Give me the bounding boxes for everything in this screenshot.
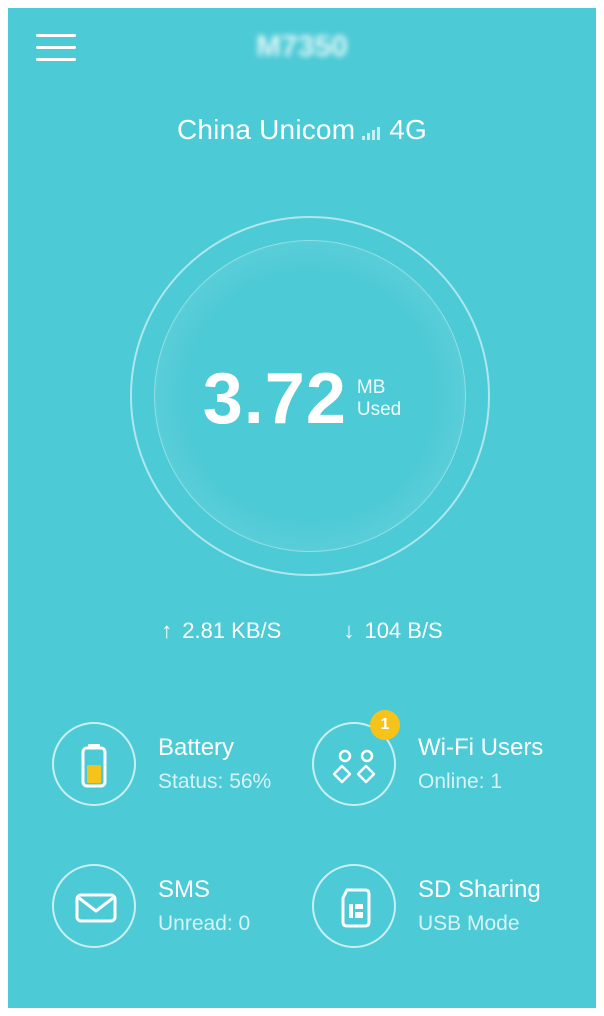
usage-unit: MB: [356, 377, 386, 398]
battery-title: Battery: [158, 734, 235, 761]
battery-tile[interactable]: Battery Status: 56%: [52, 722, 312, 812]
online-count-badge: 1: [370, 710, 400, 740]
upload-speed-value: 2.81 KB/S: [182, 618, 282, 643]
battery-icon: [81, 744, 107, 788]
upload-speed: ↑ 2.81 KB/S: [161, 618, 281, 644]
device-name: M7350: [256, 30, 348, 63]
envelope-icon: [75, 893, 117, 923]
network-type: 4G: [389, 114, 427, 145]
usage-unit-box: MB Used: [357, 377, 401, 421]
speed-row: ↑ 2.81 KB/S ↓ 104 B/S: [8, 618, 596, 644]
wifi-users-tile[interactable]: 1 Wi-Fi Users Online: 1: [312, 710, 582, 812]
sms-tile[interactable]: SMS Unread: 0: [52, 864, 312, 954]
sms-title: SMS: [158, 876, 211, 903]
carrier-name: China Unicom: [176, 114, 356, 145]
battery-fill: [87, 765, 101, 783]
sd-sharing-title: SD Sharing: [418, 876, 541, 903]
wifi-users-title: Wi-Fi Users: [418, 734, 544, 761]
sd-sharing-tile[interactable]: SD Sharing USB Mode: [312, 864, 582, 954]
usage-label: Used: [356, 399, 402, 420]
battery-status: Status: 56%: [158, 770, 272, 793]
network-status: China Unicom 4G: [8, 114, 596, 148]
battery-icon-circle: [52, 722, 136, 806]
download-speed: ↓ 104 B/S: [343, 618, 442, 644]
app-screen: M7350 China Unicom 4G 3.72 MB Used ↑ 2.81 K…: [8, 8, 596, 1008]
arrow-down-icon: ↓: [343, 618, 355, 643]
envelope-icon-circle: [52, 864, 136, 948]
wifi-users-online: Online: 1: [418, 770, 503, 793]
sd-card-icon-circle: [312, 864, 396, 948]
usage-value: 3.72: [202, 359, 347, 439]
sd-sharing-mode: USB Mode: [418, 912, 520, 935]
arrow-up-icon: ↑: [161, 618, 173, 643]
download-speed-value: 104 B/S: [364, 618, 443, 643]
sd-card-icon: [341, 888, 371, 928]
sms-unread: Unread: 0: [158, 912, 251, 935]
data-usage: 3.72 MB Used: [8, 358, 596, 440]
signal-bars-icon: [361, 116, 383, 148]
